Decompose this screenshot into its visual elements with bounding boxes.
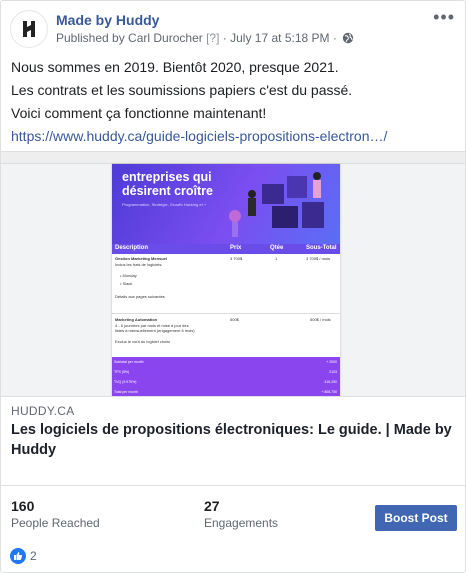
col-subtotal: Sous-Total xyxy=(306,245,337,251)
row-subtotal: 3 700$ / mois xyxy=(306,256,331,261)
people-reached-count[interactable]: 160 xyxy=(11,498,34,514)
row-title: Gestion Marketing Mensuel xyxy=(115,256,168,261)
globe-icon[interactable] xyxy=(342,32,354,44)
engagements-count[interactable]: 27 xyxy=(204,498,220,514)
row-title: Marketing Automation xyxy=(115,317,158,322)
totals-block: Subtotal per month + 2500 TPS (5%) 2103 … xyxy=(112,357,340,396)
reaction-count: 2 xyxy=(30,549,37,563)
total-label: Total per month xyxy=(114,390,139,394)
post-link[interactable]: https://www.huddy.ca/guide-logiciels-pro… xyxy=(11,125,457,148)
huddy-logo-icon xyxy=(23,21,35,37)
people-reached-label: People Reached xyxy=(11,516,100,530)
col-price: Prix xyxy=(230,245,242,251)
reactions-summary[interactable]: 2 xyxy=(10,547,37,565)
row-detail: Exclus le coût du logiciel choisi xyxy=(115,339,170,344)
boost-post-button[interactable]: Boost Post xyxy=(375,505,457,531)
row-detail: listes à mensuellement (engagement 6 moi… xyxy=(115,328,195,333)
table-row: Gestion Marketing Mensuel Inclus les fra… xyxy=(112,256,340,312)
help-marker[interactable]: [?] xyxy=(206,31,219,45)
total-label: TVQ (9.975%) xyxy=(114,380,137,384)
col-description: Description xyxy=(115,245,149,251)
post-timestamp[interactable]: July 17 at 5:18 PM xyxy=(230,31,329,45)
engagements-label: Engagements xyxy=(204,516,279,530)
more-options-icon[interactable]: ••• xyxy=(433,7,455,28)
pdf-page: entreprises qui désirent croître Program… xyxy=(112,164,340,396)
published-by[interactable]: Published by Carl Durocher xyxy=(56,31,203,45)
meta-separator-2: · xyxy=(332,31,337,45)
meta-separator: · xyxy=(222,31,227,45)
row-detail: Détails aux pages suivantes xyxy=(115,294,165,299)
row-price: 500$ xyxy=(230,317,239,322)
row-divider xyxy=(112,313,340,314)
row-detail: • Monday xyxy=(120,273,137,278)
total-value: 416,250 xyxy=(324,380,337,384)
divider xyxy=(1,485,465,486)
page-avatar[interactable] xyxy=(10,10,48,48)
page-name-link[interactable]: Made by Huddy xyxy=(56,12,159,28)
table-header: Description Prix Qtée Sous-Total xyxy=(112,244,340,254)
row-price: 3 700$ xyxy=(230,256,243,261)
col-qty: Qtée xyxy=(270,245,284,251)
row-detail: Inclus les frais de logiciels: xyxy=(115,262,163,267)
total-label: Subtotal per month xyxy=(114,360,144,364)
link-headline[interactable]: Les logiciels de propositions électroniq… xyxy=(11,420,457,460)
like-icon xyxy=(10,548,26,564)
post-line: Voici comment ça fonctionne maintenant! xyxy=(11,105,267,121)
post-line: Les contrats et les soumissions papiers … xyxy=(11,82,353,98)
post-text: Nous sommes en 2019. Bientôt 2020, presq… xyxy=(11,56,457,148)
puzzle-illustration-icon xyxy=(229,172,324,237)
row-qty: 1 xyxy=(275,256,278,261)
table-row: Marketing Automation 4 - 6 journées par … xyxy=(112,317,340,355)
post-card: Made by Huddy Published by Carl Durocher… xyxy=(0,0,466,573)
total-label: TPS (5%) xyxy=(114,370,130,374)
row-subtotal: 500$ / mois xyxy=(310,317,331,322)
total-value: + 2500 xyxy=(326,360,337,364)
pdf-toolbar xyxy=(1,152,465,164)
link-preview-image[interactable]: entreprises qui désirent croître Program… xyxy=(1,151,465,397)
post-line: Nous sommes en 2019. Bientôt 2020, presq… xyxy=(11,59,339,75)
row-detail: • Slack xyxy=(120,281,133,286)
hero-banner: entreprises qui désirent croître Program… xyxy=(112,164,340,244)
link-domain[interactable]: HUDDY.CA xyxy=(11,404,75,418)
post-meta: Published by Carl Durocher [?] · July 17… xyxy=(56,31,354,45)
total-value: 2103 xyxy=(329,370,337,374)
total-value: + 808,750 xyxy=(321,390,337,394)
